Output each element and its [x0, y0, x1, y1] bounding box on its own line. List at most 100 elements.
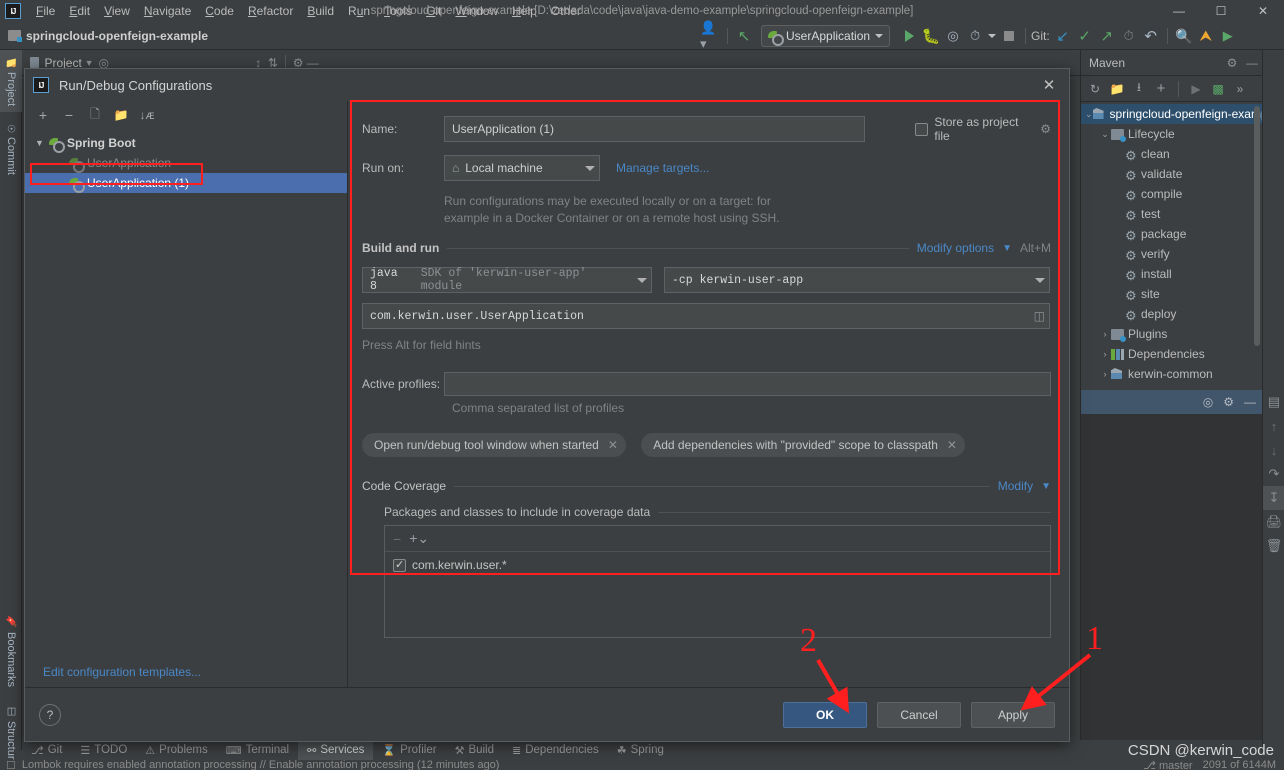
bottom-tab-problems[interactable]: ⚠ Problems — [136, 740, 216, 760]
maven-tree-row[interactable]: package — [1081, 224, 1262, 244]
chip-add-provided-dependencies[interactable]: Add dependencies with "provided" scope t… — [641, 433, 965, 457]
manage-targets-link[interactable]: Manage targets... — [616, 161, 709, 175]
run-configuration-selector[interactable]: UserApplication — [761, 25, 891, 47]
coverage-list-item[interactable]: com.kerwin.user.* — [393, 558, 1042, 572]
hide-panel-icon[interactable]: — — [1244, 395, 1256, 409]
active-profiles-input[interactable] — [444, 372, 1051, 396]
remove-configuration-icon[interactable]: − — [57, 104, 81, 126]
run-on-target-combo[interactable]: ⌂ Local machine — [444, 155, 600, 181]
maven-tree-row[interactable]: ⌄ springcloud-openfeign-example — [1081, 104, 1277, 124]
git-rollback-icon[interactable]: ↶ — [1140, 25, 1162, 47]
maven-tree-row[interactable]: install — [1081, 264, 1262, 284]
git-push-icon[interactable]: ↗ — [1096, 25, 1118, 47]
menu-item-navigate[interactable]: Navigate — [137, 1, 198, 21]
chip-open-run-debug-tool-window[interactable]: Open run/debug tool window when started … — [362, 433, 626, 457]
move-up-icon[interactable]: ↑ — [1263, 414, 1284, 438]
update-available-icon[interactable]: ⮝ — [1195, 25, 1217, 47]
maven-tree-row[interactable]: › kerwin-common — [1081, 364, 1262, 384]
breadcrumb[interactable]: springcloud-openfeign-example — [26, 29, 208, 43]
help-button[interactable]: ? — [39, 703, 61, 726]
add-configuration-icon[interactable]: + — [31, 104, 55, 126]
maven-tree-row[interactable]: compile — [1081, 184, 1262, 204]
new-folder-icon[interactable]: 📁 — [109, 104, 133, 126]
user-avatar-icon[interactable]: 👤▾ — [700, 20, 722, 51]
execute-goal-icon[interactable]: ▩ — [1208, 79, 1228, 99]
search-everywhere-icon[interactable]: 🔍 — [1173, 25, 1195, 47]
config-item-userapplication[interactable]: UserApplication — [25, 153, 347, 173]
sort-configurations-icon[interactable]: ↓ᴁ — [135, 104, 159, 126]
bottom-tab-git[interactable]: ⎇ Git — [22, 740, 71, 760]
move-down-icon[interactable]: ↓ — [1263, 438, 1284, 462]
more-options-icon[interactable]: » — [1230, 79, 1250, 99]
classpath-module-combo[interactable]: -cp kerwin-user-app — [664, 267, 1050, 293]
menu-item-git[interactable]: Git — [419, 1, 448, 21]
close-icon[interactable]: ✕ — [608, 438, 618, 452]
maven-tree-row[interactable]: › Plugins — [1081, 324, 1262, 344]
menu-item-help[interactable]: Help — [505, 1, 544, 21]
menu-item-refactor[interactable]: Refactor — [241, 1, 300, 21]
bottom-tab-spring[interactable]: ☘ Spring — [608, 740, 673, 760]
sidebar-item-project[interactable]: 📁 Project — [0, 50, 22, 113]
maven-tree-row[interactable]: ⌄ Lifecycle — [1081, 124, 1262, 144]
code-coverage-modify-link[interactable]: Modify — [998, 479, 1033, 493]
add-module-icon[interactable]: 📁 — [1107, 79, 1127, 99]
scroll-to-end-icon[interactable]: ↧ — [1263, 486, 1284, 510]
update-project-icon[interactable]: ↖ — [733, 25, 755, 47]
menu-item-build[interactable]: Build — [300, 1, 341, 21]
menu-item-other[interactable]: Other — [544, 1, 588, 21]
maven-tree-row[interactable]: site — [1081, 284, 1262, 304]
maven-tree-row[interactable]: verify — [1081, 244, 1262, 264]
git-commit-icon[interactable]: ✓ — [1074, 25, 1096, 47]
bottom-tab-dependencies[interactable]: ≣ Dependencies — [503, 740, 608, 760]
chevron-down-icon[interactable]: ⌄ — [1085, 109, 1093, 120]
config-item-userapplication-1[interactable]: UserApplication (1) — [25, 173, 347, 193]
edit-configuration-templates-link[interactable]: Edit configuration templates... — [25, 657, 347, 687]
maven-tree-row[interactable]: clean — [1081, 144, 1262, 164]
copy-configuration-icon[interactable]: 🗋 — [83, 104, 107, 126]
apply-button[interactable]: Apply — [971, 701, 1055, 728]
status-branch[interactable]: ⎇ master — [1143, 760, 1192, 770]
reload-icon[interactable]: ↻ — [1085, 79, 1105, 99]
chevron-down-icon[interactable]: ⌄ — [1099, 129, 1111, 140]
download-sources-icon[interactable]: ⭳ — [1129, 79, 1149, 99]
layout-icon[interactable]: ▤ — [1263, 390, 1284, 414]
bottom-tab-profiler[interactable]: ⌛ Profiler — [373, 740, 445, 760]
bottom-tab-terminal[interactable]: ⌨ Terminal — [217, 740, 298, 760]
coverage-item-checkbox[interactable] — [393, 558, 406, 572]
close-window-button[interactable]: ✕ — [1242, 0, 1284, 22]
run-button[interactable] — [898, 25, 920, 47]
add-package-icon[interactable]: +⌄ — [409, 530, 429, 547]
print-icon[interactable]: 🖨 — [1263, 510, 1284, 534]
run-goal-icon[interactable]: ▶ — [1186, 79, 1206, 99]
gear-icon[interactable]: ⚙ — [1040, 122, 1051, 136]
remove-package-icon[interactable]: − — [393, 531, 401, 547]
sidebar-item-bookmarks[interactable]: 🔖 Bookmarks — [0, 610, 22, 693]
menu-item-view[interactable]: View — [97, 1, 137, 21]
bottom-tab-build[interactable]: ⚒ Build — [446, 740, 503, 760]
maven-tree-row[interactable]: › Dependencies — [1081, 344, 1262, 364]
bottom-tab-todo[interactable]: ☰ TODO — [71, 740, 136, 760]
status-memory[interactable]: 2091 of 6144M — [1203, 760, 1276, 770]
main-class-field[interactable]: com.kerwin.user.UserApplication ◫ — [362, 303, 1050, 329]
config-group-spring-boot[interactable]: ▼ Spring Boot — [25, 133, 347, 153]
browse-class-icon[interactable]: ◫ — [1034, 309, 1045, 323]
jdk-selector-combo[interactable]: java 8 SDK of 'kerwin-user-app' module — [362, 267, 652, 293]
locate-icon[interactable]: ◎ — [1203, 395, 1213, 409]
gear-icon[interactable]: ⚙ — [1222, 53, 1242, 73]
maximize-button[interactable]: ☐ — [1200, 0, 1242, 22]
hide-panel-icon[interactable]: — — [1242, 53, 1262, 73]
name-input[interactable] — [444, 116, 866, 142]
debug-button[interactable]: 🐛 — [920, 25, 942, 47]
git-history-icon[interactable]: ⏱ — [1118, 25, 1140, 47]
maven-tree-row[interactable]: validate — [1081, 164, 1262, 184]
soft-wrap-icon[interactable]: ↷ — [1263, 462, 1284, 486]
menu-item-window[interactable]: Window — [448, 1, 505, 21]
menu-item-file[interactable]: File — [29, 1, 62, 21]
minimize-button[interactable]: — — [1158, 0, 1200, 22]
ide-feature-icon[interactable]: ▶ — [1217, 25, 1239, 47]
add-maven-project-icon[interactable]: + — [1151, 79, 1171, 99]
cancel-button[interactable]: Cancel — [877, 701, 961, 728]
store-as-project-file-checkbox[interactable] — [915, 122, 929, 136]
chevron-right-icon[interactable]: › — [1099, 349, 1111, 359]
maven-tree-row[interactable]: test — [1081, 204, 1262, 224]
